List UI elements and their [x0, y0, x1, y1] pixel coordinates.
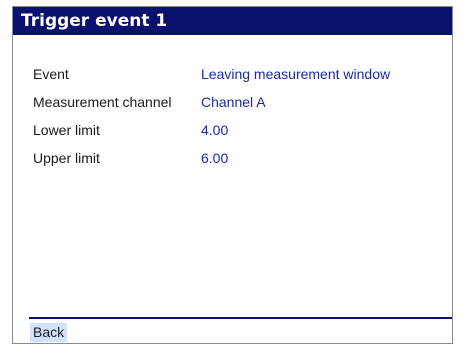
event-value[interactable]: Leaving measurement window — [201, 65, 390, 83]
footer-divider — [29, 317, 452, 319]
trigger-event-window: Trigger event 1 Event Leaving measuremen… — [12, 6, 453, 344]
measurement-channel-row[interactable]: Measurement channel Channel A — [33, 93, 443, 121]
measurement-channel-value[interactable]: Channel A — [201, 93, 266, 111]
upper-limit-row[interactable]: Upper limit 6.00 — [33, 149, 443, 177]
upper-limit-value[interactable]: 6.00 — [201, 149, 228, 167]
lower-limit-label: Lower limit — [33, 122, 100, 138]
event-row[interactable]: Event Leaving measurement window — [33, 65, 443, 93]
title-bar: Trigger event 1 — [13, 7, 452, 35]
trigger-event-details: Event Leaving measurement window Measure… — [33, 65, 443, 177]
back-button[interactable]: Back — [30, 323, 68, 342]
measurement-channel-label: Measurement channel — [33, 94, 172, 110]
event-label: Event — [33, 66, 69, 82]
lower-limit-value[interactable]: 4.00 — [201, 121, 228, 139]
upper-limit-label: Upper limit — [33, 150, 100, 166]
lower-limit-row[interactable]: Lower limit 4.00 — [33, 121, 443, 149]
window-title: Trigger event 1 — [21, 11, 168, 31]
